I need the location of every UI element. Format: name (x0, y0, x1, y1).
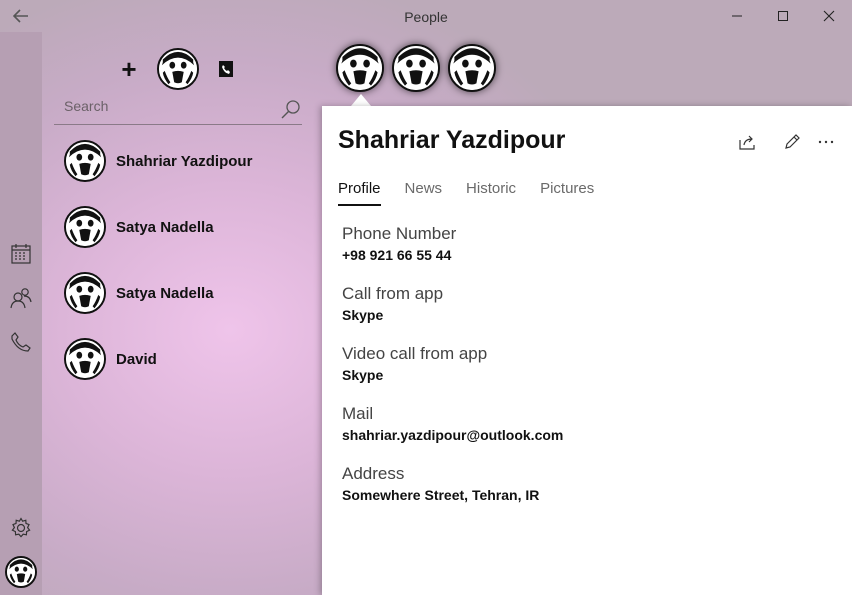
field-video-call-app: Video call from app Skype (342, 344, 822, 404)
edit-button[interactable] (780, 130, 804, 154)
tab-historic[interactable]: Historic (466, 180, 516, 206)
linked-profile-avatar[interactable] (336, 44, 384, 92)
calendar-icon (11, 244, 31, 264)
account-avatar[interactable] (5, 556, 37, 588)
close-button[interactable] (806, 0, 852, 32)
detail-tabs: Profile News Historic Pictures (338, 180, 618, 206)
share-icon (739, 135, 755, 150)
phone-number-value[interactable]: +98 921 66 55 44 (342, 247, 822, 263)
people-icon (10, 288, 32, 309)
contact-name: David (116, 350, 157, 368)
me-avatar[interactable] (157, 48, 199, 90)
contact-detail-panel: Shahriar Yazdipour Profile News Historic… (322, 106, 852, 595)
call-app-value[interactable]: Skype (342, 307, 822, 323)
pencil-icon (785, 134, 800, 149)
field-label: Address (342, 464, 405, 483)
linked-profile-avatar[interactable] (392, 44, 440, 92)
contact-name: Satya Nadella (116, 218, 214, 236)
contact-list-item[interactable]: Shahriar Yazdipour (54, 128, 320, 194)
tab-news[interactable]: News (405, 180, 443, 206)
contact-avatar (64, 140, 106, 182)
maximize-button[interactable] (760, 0, 806, 32)
field-phone: Phone Number +98 921 66 55 44 (342, 224, 822, 284)
tab-pictures[interactable]: Pictures (540, 180, 594, 206)
minimize-icon (732, 15, 742, 17)
contact-list-item[interactable]: Satya Nadella (54, 194, 320, 260)
contact-list-item[interactable]: Satya Nadella (54, 260, 320, 326)
maximize-icon (778, 11, 788, 21)
profile-fields: Phone Number +98 921 66 55 44 Call from … (342, 224, 822, 524)
contact-list: Shahriar Yazdipour Satya Nadella Satya N… (54, 128, 320, 392)
field-label: Call from app (342, 284, 444, 303)
linked-profile-avatar[interactable] (448, 44, 496, 92)
field-label: Phone Number (342, 224, 457, 243)
field-mail: Mail shahriar.yazdipour@outlook.com (342, 404, 822, 464)
contact-list-item[interactable]: David (54, 326, 320, 392)
field-call-app: Call from app Skype (342, 284, 822, 344)
contact-name: Shahriar Yazdipour (116, 152, 253, 170)
field-address: Address Somewhere Street, Tehran, IR (342, 464, 822, 524)
contact-name: Satya Nadella (116, 284, 214, 302)
minimize-button[interactable] (714, 0, 760, 32)
close-icon (823, 10, 835, 22)
contact-detail-name: Shahriar Yazdipour (338, 126, 566, 154)
account-avatar-image (7, 558, 35, 586)
nav-settings[interactable] (9, 516, 33, 540)
nav-calendar[interactable] (9, 242, 33, 266)
linked-profile-avatars (336, 44, 496, 96)
add-contact-button[interactable]: + (116, 56, 142, 82)
share-button[interactable] (736, 130, 760, 154)
title-bar: People (0, 0, 852, 32)
mail-value[interactable]: shahriar.yazdipour@outlook.com (342, 427, 822, 443)
search-input[interactable]: Search (64, 98, 108, 114)
contact-avatar (64, 206, 106, 248)
contact-avatar (64, 338, 106, 380)
field-label: Mail (342, 404, 374, 423)
search-box[interactable]: Search (54, 94, 302, 125)
contact-avatar (64, 272, 106, 314)
gear-icon (11, 517, 31, 538)
navigation-rail (0, 32, 42, 595)
address-value[interactable]: Somewhere Street, Tehran, IR (342, 487, 822, 503)
field-label: Video call from app (342, 344, 488, 363)
nav-calls[interactable] (9, 330, 33, 354)
tab-profile[interactable]: Profile (338, 180, 381, 206)
more-options-button[interactable] (814, 130, 838, 154)
video-call-app-value[interactable]: Skype (342, 367, 822, 383)
selection-caret (351, 94, 371, 106)
more-icon (818, 140, 834, 144)
contact-card-icon (219, 61, 233, 77)
search-icon[interactable] (280, 98, 302, 120)
me-avatar-image (159, 50, 197, 88)
nav-people[interactable] (9, 286, 33, 310)
phone-icon (11, 332, 31, 352)
contact-card-button[interactable] (216, 58, 236, 80)
